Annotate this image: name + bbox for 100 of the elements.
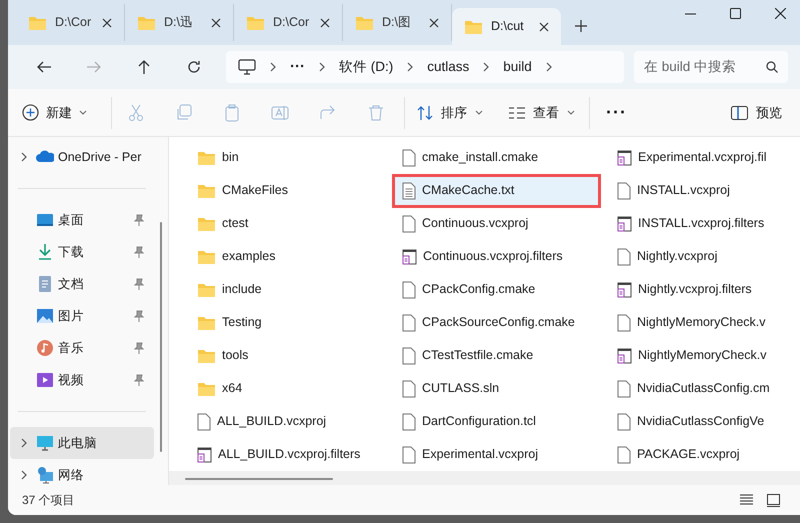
close-icon[interactable] (429, 18, 439, 28)
item-count: 37 个项目 (22, 492, 75, 509)
file-item[interactable]: CTestTestfile.cmake (394, 340, 599, 370)
close-icon[interactable] (539, 22, 549, 32)
file-item[interactable]: ALL_BUILD.vcxproj (189, 406, 384, 436)
tab[interactable]: D:\迅 (125, 4, 234, 41)
preview-button[interactable]: 预览 (731, 102, 782, 122)
file-item[interactable]: NightlyMemoryCheck.v (609, 308, 769, 338)
up-icon (136, 59, 152, 75)
chevron-icon (481, 61, 492, 73)
filter-file-icon (197, 446, 212, 462)
tab[interactable]: D:\cut (452, 8, 561, 45)
new-tab-icon[interactable] (575, 20, 587, 32)
close-icon[interactable] (320, 18, 330, 28)
file-icon (197, 412, 211, 430)
file-item[interactable]: bin (189, 142, 384, 172)
file-item[interactable]: Continuous.vcxproj (394, 208, 599, 238)
file-item[interactable]: ALL_BUILD.vcxproj.filters (189, 440, 384, 470)
sidebar-item[interactable]: OneDrive - Per (10, 141, 154, 173)
file-item[interactable]: INSTALL.vcxproj.filters (609, 208, 769, 238)
horizontal-scrollbar[interactable] (185, 478, 333, 480)
breadcrumb[interactable]: ··· (290, 56, 305, 78)
file-item[interactable]: NvidiaCutlassConfigVe (609, 406, 769, 436)
sidebar-item[interactable]: 下载 (10, 236, 154, 268)
maximize-icon[interactable] (730, 8, 741, 19)
sidebar-item[interactable]: 音乐 (10, 332, 154, 364)
file-item[interactable]: Testing (189, 308, 384, 338)
file-item[interactable]: PACKAGE.vcxproj (609, 440, 769, 470)
breadcrumb[interactable]: 软件 (D:) (339, 56, 394, 78)
monitor-icon (36, 434, 54, 452)
chevron-icon[interactable] (19, 469, 27, 481)
file-icon (617, 446, 631, 464)
file-item[interactable]: CPackSourceConfig.cmake (394, 308, 599, 338)
search-input[interactable]: 在 build 中搜索 (644, 56, 762, 78)
chevron-icon[interactable] (19, 437, 27, 449)
file-icon (402, 446, 416, 464)
file-item[interactable]: CUTLASS.sln (394, 374, 599, 404)
text-file-icon (402, 182, 416, 200)
file-item[interactable]: Continuous.vcxproj.filters (394, 242, 599, 272)
file-item[interactable]: CPackConfig.cmake (394, 274, 599, 304)
back-icon (36, 59, 52, 75)
sidebar-scrollbar[interactable] (160, 222, 162, 452)
details-view-icon[interactable] (740, 494, 753, 504)
breadcrumb[interactable]: build (503, 56, 532, 78)
folder-icon (197, 149, 216, 166)
sidebar-item[interactable]: 文档 (10, 268, 154, 300)
file-icon (402, 346, 416, 364)
file-item[interactable]: NvidiaCutlassConfig.cm (609, 374, 769, 404)
file-item[interactable]: tools (189, 340, 384, 370)
file-item[interactable]: DartConfiguration.tcl (394, 406, 599, 436)
close-icon[interactable] (102, 18, 112, 28)
close-icon[interactable] (775, 8, 786, 19)
caret-icon (567, 110, 575, 116)
file-item[interactable]: INSTALL.vcxproj (609, 176, 769, 206)
caret-icon (79, 110, 87, 116)
sidebar-item[interactable]: 此电脑 (10, 427, 154, 459)
chevron-icon[interactable] (19, 151, 27, 163)
list-view-icon (509, 106, 525, 118)
pin-icon (134, 246, 144, 258)
search-field[interactable]: 在 build 中搜索 (634, 51, 788, 83)
sidebar-item[interactable]: 网络 (10, 459, 154, 491)
chevron-icon (544, 61, 554, 73)
file-item[interactable]: NightlyMemoryCheck.v (609, 340, 769, 370)
sort-button[interactable]: 排序 (417, 102, 483, 122)
file-icon (402, 148, 416, 166)
pin-icon (134, 342, 144, 354)
file-item[interactable]: Experimental.vcxproj (394, 440, 599, 470)
plus-circle-icon (22, 104, 39, 121)
file-item[interactable]: ctest (189, 208, 384, 238)
folder-icon (197, 215, 216, 232)
file-item[interactable]: CMakeFiles (189, 176, 384, 206)
share-icon (319, 104, 337, 122)
file-item[interactable]: Nightly.vcxproj.filters (609, 274, 769, 304)
new-button[interactable]: 新建 (22, 102, 103, 122)
file-icon (402, 214, 416, 232)
more-button[interactable]: ··· (606, 99, 627, 126)
folder-icon (197, 347, 216, 364)
file-item[interactable]: Nightly.vcxproj (609, 242, 769, 272)
breadcrumb[interactable]: cutlass (427, 56, 470, 78)
file-item[interactable]: CMakeCache.txt (394, 176, 599, 206)
tab[interactable]: D:\Cor (234, 4, 343, 41)
file-item[interactable]: Experimental.vcxproj.fil (609, 142, 769, 172)
address-bar[interactable]: ··· 软件 (D:) cutlass build (226, 51, 624, 83)
tab[interactable]: D:\Cor (16, 4, 125, 41)
tiles-view-icon[interactable] (767, 494, 780, 506)
file-item[interactable]: examples (189, 242, 384, 272)
tab[interactable]: D:\图 (343, 4, 452, 41)
video-icon (36, 371, 54, 389)
view-button[interactable]: 查看 (509, 102, 589, 122)
chevron-icon (268, 61, 278, 73)
sidebar-item[interactable]: 视频 (10, 364, 154, 396)
file-item[interactable]: x64 (189, 374, 384, 404)
sidebar-item[interactable]: 图片 (10, 300, 154, 332)
file-item[interactable]: include (189, 274, 384, 304)
sidebar-item[interactable]: 桌面 (10, 204, 154, 236)
file-item[interactable]: cmake_install.cmake (394, 142, 599, 172)
close-icon[interactable] (211, 18, 221, 28)
chevron-icon (317, 61, 327, 73)
cut-icon (127, 104, 145, 122)
file-icon (402, 412, 416, 430)
